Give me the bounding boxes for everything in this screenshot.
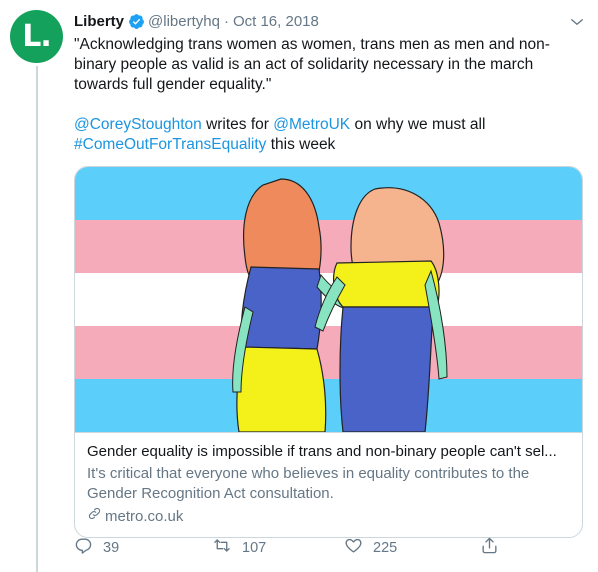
chevron-down-icon[interactable]	[568, 13, 586, 31]
card-description: It's critical that everyone who believes…	[87, 465, 530, 502]
card-image[interactable]	[75, 167, 583, 432]
tweet-quote: "Acknowledging trans women as women, tra…	[74, 36, 550, 93]
thread-line	[36, 66, 38, 572]
tweet-actions: 39 107 225	[74, 536, 514, 562]
tweet-text-fragment: on why we must all	[350, 116, 486, 133]
share-icon	[480, 536, 509, 559]
header-separator: ·	[223, 12, 229, 30]
reply-icon	[74, 536, 103, 559]
heart-icon	[344, 536, 373, 559]
account-name[interactable]: Liberty	[74, 13, 124, 30]
reply-count: 39	[103, 539, 120, 556]
link-icon	[87, 506, 105, 527]
card-domain-row: metro.co.uk	[87, 506, 570, 527]
retweet-button[interactable]: 107	[212, 536, 266, 559]
tweet: L. Liberty @libertyhq · Oct 16, 2018 "Ac…	[0, 0, 598, 572]
mention-author-link[interactable]: @CoreyStoughton	[74, 116, 202, 133]
retweet-icon	[212, 536, 242, 559]
card-body[interactable]: Gender equality is impossible if trans a…	[75, 432, 582, 537]
tweet-content: Liberty @libertyhq · Oct 16, 2018 "Ackno…	[74, 10, 586, 538]
tweet-date[interactable]: Oct 16, 2018	[233, 13, 319, 30]
tweet-body: @CoreyStoughton writes for @MetroUK on w…	[74, 115, 574, 155]
like-button[interactable]: 225	[344, 536, 397, 559]
tweet-text-fragment: this week	[266, 136, 336, 153]
verified-badge-icon	[128, 13, 145, 30]
share-button[interactable]	[480, 536, 509, 559]
tweet-text-fragment: writes for	[201, 116, 274, 133]
avatar[interactable]: L.	[10, 10, 63, 63]
like-count: 225	[373, 539, 398, 556]
tweet-header: Liberty @libertyhq · Oct 16, 2018	[74, 10, 586, 32]
hashtag-link[interactable]: #ComeOutForTransEquality	[74, 136, 266, 153]
avatar-letter: L.	[22, 19, 51, 54]
reply-button[interactable]: 39	[74, 536, 119, 559]
retweet-count: 107	[242, 539, 267, 556]
tweet-text: "Acknowledging trans women as women, tra…	[74, 35, 574, 155]
link-card[interactable]: Gender equality is impossible if trans a…	[74, 166, 583, 538]
card-title[interactable]: Gender equality is impossible if trans a…	[87, 442, 570, 462]
card-domain: metro.co.uk	[105, 507, 184, 525]
mention-outlet-link[interactable]: @MetroUK	[273, 116, 350, 133]
account-handle[interactable]: @libertyhq	[148, 13, 220, 30]
